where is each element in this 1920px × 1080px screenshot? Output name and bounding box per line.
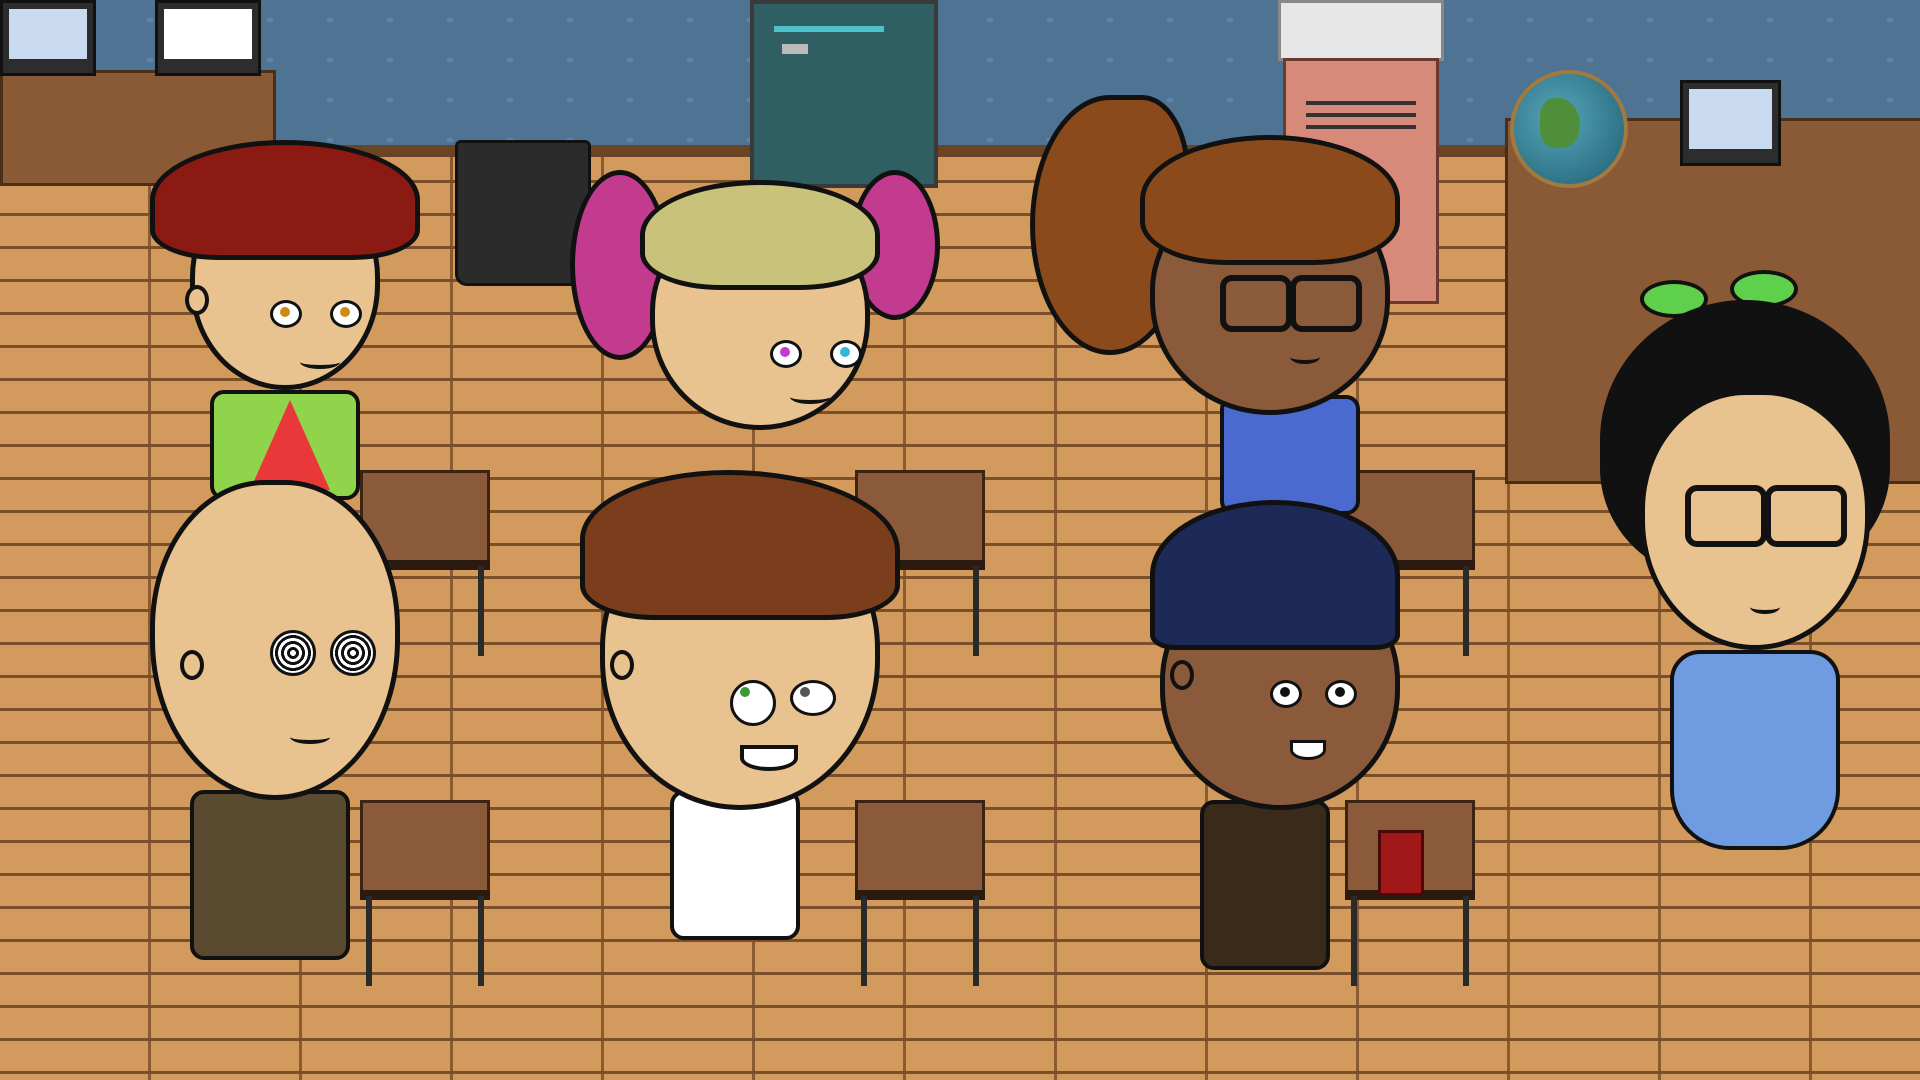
character-cap-boy[interactable] (1150, 500, 1430, 970)
character-pigtail-girl[interactable] (570, 150, 950, 480)
computer-monitor-icon[interactable] (0, 0, 96, 76)
character-ponytail-girl[interactable] (1030, 75, 1430, 515)
character-mohawk-boy[interactable] (150, 400, 450, 960)
character-brown-hair-boy[interactable] (580, 470, 910, 940)
computer-monitor-icon[interactable] (155, 0, 261, 76)
computer-monitor-icon[interactable] (1680, 80, 1781, 166)
classroom-scene (0, 0, 1920, 1080)
fridge (1278, 0, 1444, 61)
character-glasses-girl[interactable] (1600, 260, 1900, 920)
globe-icon[interactable] (1510, 70, 1628, 188)
